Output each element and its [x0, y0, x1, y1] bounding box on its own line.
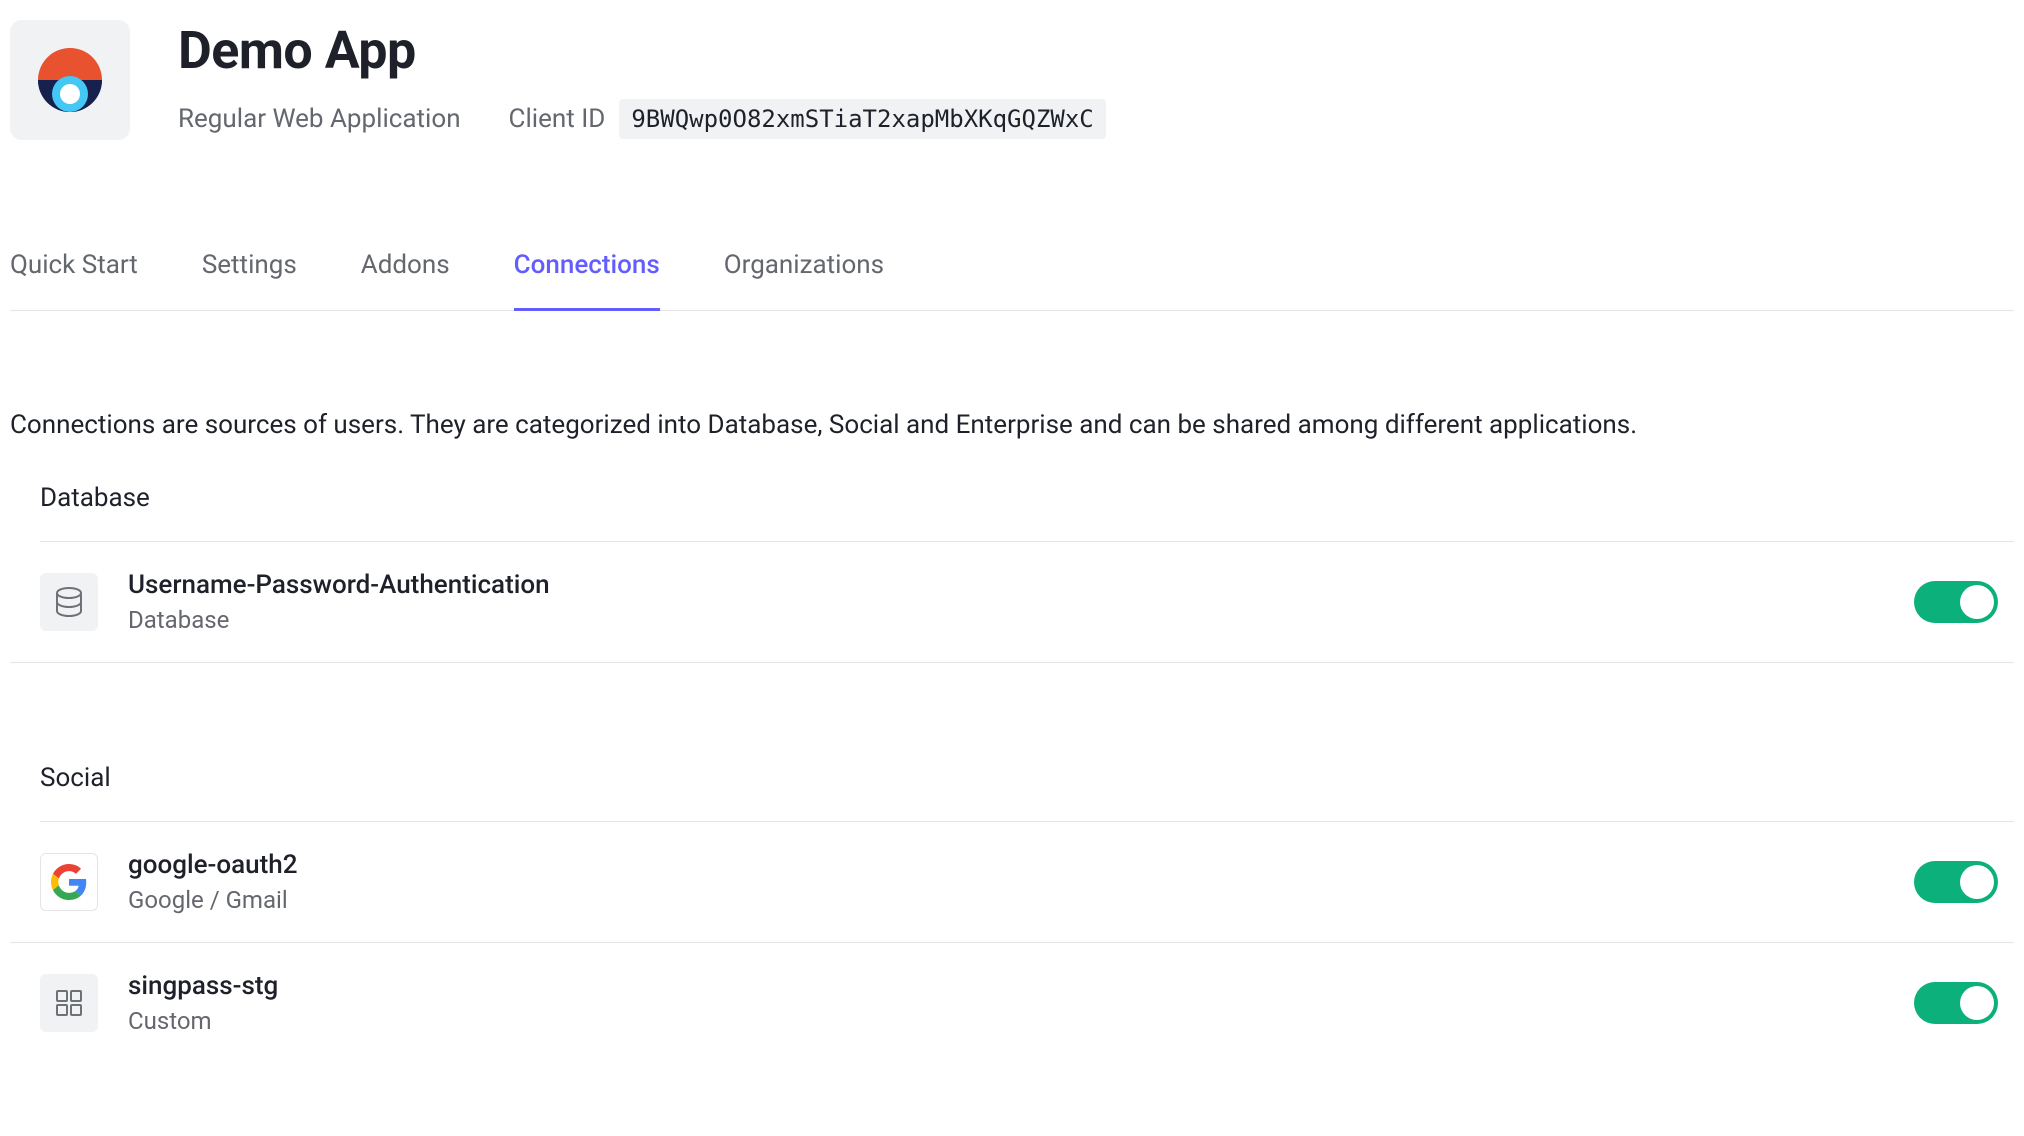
header-text-block: Demo App Regular Web Application Client … — [178, 20, 1106, 139]
tab-organizations[interactable]: Organizations — [724, 250, 884, 310]
connection-title[interactable]: singpass-stg — [128, 971, 1884, 1001]
app-logo — [10, 20, 130, 140]
connection-subtitle: Database — [128, 606, 1884, 634]
app-header: Demo App Regular Web Application Client … — [10, 10, 2014, 140]
toggle-singpass[interactable] — [1914, 982, 1998, 1024]
client-id-wrap: Client ID 9BWQwp0O82xmSTiaT2xapMbXKqGQZW… — [509, 99, 1106, 139]
tab-settings[interactable]: Settings — [202, 250, 297, 310]
tab-quick-start[interactable]: Quick Start — [10, 250, 138, 310]
grid-icon — [40, 974, 98, 1032]
connection-subtitle: Custom — [128, 1007, 1884, 1035]
app-logo-icon — [30, 40, 110, 120]
tab-connections[interactable]: Connections — [514, 250, 660, 310]
connection-subtitle: Google / Gmail — [128, 886, 1884, 914]
connection-row-singpass: singpass-stg Custom — [10, 943, 2014, 1063]
toggle-google[interactable] — [1914, 861, 1998, 903]
header-meta: Regular Web Application Client ID 9BWQwp… — [178, 99, 1106, 139]
tabs: Quick Start Settings Addons Connections … — [10, 250, 2014, 311]
connection-title[interactable]: Username-Password-Authentication — [128, 570, 1884, 600]
section-social: Social google-oauth2 Google / Gmail — [10, 763, 2014, 1063]
connection-text: Username-Password-Authentication Databas… — [128, 570, 1884, 634]
toggle-database-auth[interactable] — [1914, 581, 1998, 623]
app-type-label: Regular Web Application — [178, 104, 461, 134]
connection-text: google-oauth2 Google / Gmail — [128, 850, 1884, 914]
section-database-heading: Database — [40, 483, 2014, 542]
google-icon — [40, 853, 98, 911]
connections-description: Connections are sources of users. They a… — [10, 407, 2014, 443]
connection-row-google: google-oauth2 Google / Gmail — [10, 822, 2014, 943]
section-social-heading: Social — [40, 763, 2014, 822]
connection-text: singpass-stg Custom — [128, 971, 1884, 1035]
client-id-value[interactable]: 9BWQwp0O82xmSTiaT2xapMbXKqGQZWxC — [619, 99, 1105, 139]
connection-title[interactable]: google-oauth2 — [128, 850, 1884, 880]
client-id-label: Client ID — [509, 104, 606, 134]
database-icon — [40, 573, 98, 631]
connection-row-database-auth: Username-Password-Authentication Databas… — [10, 542, 2014, 663]
tab-addons[interactable]: Addons — [361, 250, 450, 310]
section-database: Database Username-Password-Authenticatio… — [10, 483, 2014, 663]
app-title: Demo App — [178, 20, 1106, 81]
